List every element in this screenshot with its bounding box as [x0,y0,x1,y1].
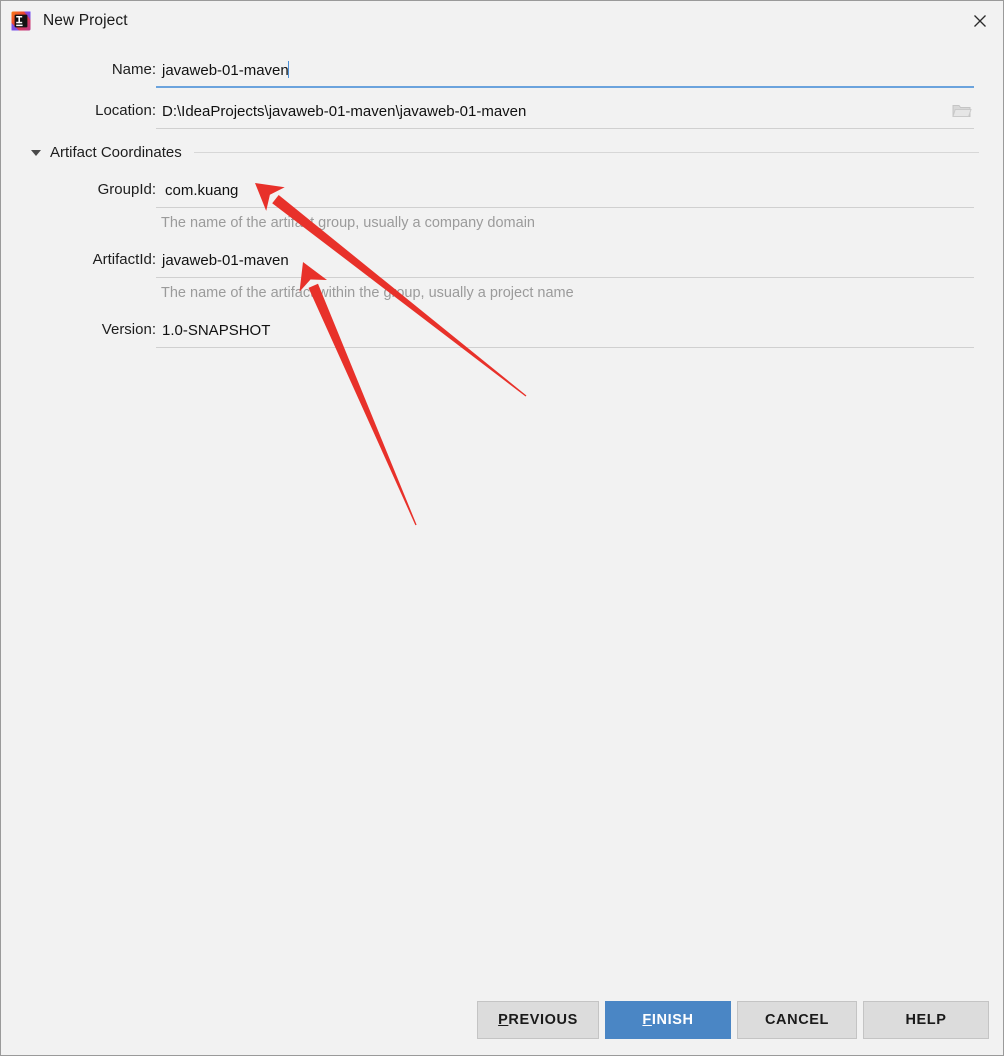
version-input-underline [156,347,974,348]
groupid-input-underline [156,207,974,208]
location-label: Location: [95,102,156,119]
location-input-underline [156,128,974,129]
help-button[interactable]: HELP [863,1001,989,1039]
name-input-value: javaweb-01-maven [162,62,289,79]
groupid-input[interactable]: com.kuang [156,181,974,208]
groupid-input-value: com.kuang [165,182,239,199]
section-divider [193,152,979,153]
location-input-value: D:\IdeaProjects\javaweb-01-maven\javaweb… [162,103,527,120]
name-row: Name: javaweb-01-maven [31,61,974,88]
artifact-coordinates-label: Artifact Coordinates [50,144,182,161]
groupid-hint: The name of the artifact group, usually … [161,215,535,231]
title-bar: New Project [1,1,1003,41]
location-input[interactable]: D:\IdeaProjects\javaweb-01-maven\javaweb… [156,102,974,129]
artifactid-input-underline [156,277,974,278]
groupid-label: GroupId: [97,181,156,198]
name-input[interactable]: javaweb-01-maven [156,61,974,88]
new-project-dialog: New Project Name: javaweb-01-maven Locat… [0,0,1004,1056]
text-caret [287,61,290,78]
artifactid-row: ArtifactId: javaweb-01-maven [81,251,974,278]
close-icon[interactable] [957,1,1003,41]
version-label: Version: [101,321,156,338]
cancel-button[interactable]: CANCEL [737,1001,857,1039]
project-form: Name: javaweb-01-maven Location: D:\Idea… [1,41,1003,1055]
finish-button[interactable]: FINISH [605,1001,731,1039]
intellij-idea-icon [11,11,31,31]
location-row: Location: D:\IdeaProjects\javaweb-01-mav… [31,102,974,129]
name-input-underline [156,86,974,88]
version-row: Version: 1.0-SNAPSHOT [81,321,974,348]
artifactid-input-value: javaweb-01-maven [162,252,289,269]
version-input-value: 1.0-SNAPSHOT [162,322,271,339]
previous-button[interactable]: PREVIOUS [477,1001,599,1039]
folder-open-icon[interactable] [952,102,972,122]
artifactid-input[interactable]: javaweb-01-maven [156,251,974,278]
groupid-row: GroupId: com.kuang [81,181,974,208]
chevron-down-icon [31,149,41,156]
dialog-footer: PREVIOUS FINISH CANCEL HELP [1,993,1003,1055]
window-title: New Project [43,12,128,29]
artifact-coordinates-section-header[interactable]: Artifact Coordinates [31,144,979,161]
artifactid-label: ArtifactId: [92,251,156,268]
name-label: Name: [111,61,156,78]
version-input[interactable]: 1.0-SNAPSHOT [156,321,974,348]
artifactid-hint: The name of the artifact within the grou… [161,285,574,301]
